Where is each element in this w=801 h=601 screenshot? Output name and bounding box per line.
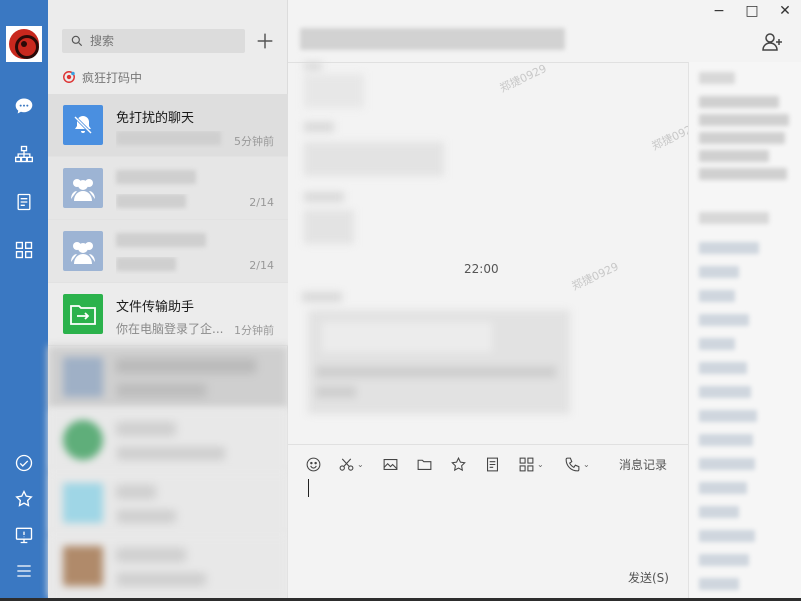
status-indicator[interactable]: 疯狂打码中 — [62, 68, 142, 86]
chat-preview — [116, 131, 226, 148]
chat-time: 5分钟前 — [234, 135, 274, 148]
scissors-icon — [339, 457, 354, 471]
add-chat-button[interactable] — [254, 30, 276, 52]
send-button[interactable]: 发送(S) — [628, 569, 669, 586]
document-icon[interactable] — [12, 190, 36, 214]
user-avatar[interactable] — [6, 26, 42, 62]
chat-item-muted[interactable]: 免打扰的聊天 5分钟前 — [48, 94, 288, 157]
message-history-link[interactable]: 消息记录 — [619, 456, 667, 473]
message-history — [298, 62, 678, 262]
message-bubble — [302, 286, 572, 420]
folder-icon — [417, 459, 432, 470]
folder-icon — [63, 294, 103, 334]
note-icon — [487, 457, 498, 471]
chat-item-group[interactable]: 2/14 — [48, 220, 288, 283]
star-icon — [451, 456, 466, 471]
chat-item-blurred[interactable] — [48, 409, 288, 472]
favorite-button[interactable] — [450, 454, 467, 474]
file-button[interactable] — [416, 454, 433, 474]
search-icon — [71, 35, 83, 47]
close-button[interactable]: ✕ — [772, 2, 798, 20]
screenshot-button[interactable]: ⌄ — [338, 454, 364, 474]
maximize-button[interactable]: □ — [739, 2, 765, 20]
call-button[interactable]: ⌄ — [564, 454, 590, 474]
chat-item-group[interactable]: 2/14 — [48, 157, 288, 220]
add-member-button[interactable] — [760, 30, 784, 54]
chat-time: 2/14 — [249, 196, 274, 209]
member-side-panel — [688, 62, 801, 598]
search-box[interactable] — [62, 29, 245, 53]
chat-title — [300, 28, 570, 54]
chat-list-panel: 疯狂打码中 免打扰的聊天 5分钟前 2/14 2/14 文件传输助手 你在电脑登… — [48, 0, 288, 601]
image-button[interactable] — [382, 454, 399, 474]
chat-name — [116, 170, 196, 188]
chevron-down-icon[interactable]: ⌄ — [537, 460, 544, 469]
smiley-icon — [306, 457, 321, 471]
chat-name — [116, 233, 206, 251]
message-input[interactable] — [288, 474, 688, 564]
check-circle-icon[interactable] — [12, 451, 36, 475]
chat-item-file-transfer[interactable]: 文件传输助手 你在电脑登录了企... 1分钟前 — [48, 283, 288, 346]
chat-window: − □ ✕ 22:00 郑捷0929 郑捷0929 郑捷0929 ⌄ ⌄ ⌄ 消… — [288, 0, 801, 601]
chevron-down-icon[interactable]: ⌄ — [583, 460, 590, 469]
apps-grid-icon[interactable] — [12, 238, 36, 262]
add-person-icon — [762, 33, 782, 51]
chat-preview — [116, 194, 226, 211]
time-divider: 22:00 — [464, 262, 499, 276]
chat-item-blurred[interactable] — [48, 535, 288, 598]
apps-button[interactable]: ⌄ — [518, 454, 544, 474]
org-chart-icon[interactable] — [12, 142, 36, 166]
menu-icon[interactable] — [12, 559, 36, 583]
status-text: 疯狂打码中 — [82, 70, 143, 85]
search-input[interactable] — [90, 34, 240, 48]
image-icon — [383, 458, 398, 470]
phone-icon — [565, 457, 580, 471]
watermark: 郑捷0929 — [569, 259, 621, 293]
emoji-button[interactable] — [305, 454, 322, 474]
group-avatar-icon — [63, 168, 103, 208]
chat-preview — [116, 257, 226, 274]
star-icon[interactable] — [12, 487, 36, 511]
plus-icon — [257, 33, 273, 49]
chat-time: 2/14 — [249, 259, 274, 272]
chat-preview: 你在电脑登录了企... — [116, 322, 224, 336]
chat-item-blurred[interactable] — [48, 472, 288, 535]
chat-name: 免打扰的聊天 — [116, 111, 195, 126]
bell-off-icon — [63, 105, 103, 145]
chevron-down-icon[interactable]: ⌄ — [357, 460, 364, 469]
minimize-button[interactable]: − — [706, 2, 732, 20]
note-button[interactable] — [484, 454, 501, 474]
feedback-icon[interactable] — [12, 523, 36, 547]
chat-name: 文件传输助手 — [116, 300, 195, 315]
apps-grid-icon — [519, 457, 534, 471]
chat-time: 1分钟前 — [234, 324, 274, 337]
chat-bubble-icon[interactable] — [12, 94, 36, 118]
text-cursor — [308, 479, 309, 497]
chat-item-blurred[interactable] — [48, 346, 288, 409]
target-icon — [63, 71, 75, 83]
group-avatar-icon — [63, 231, 103, 271]
nav-rail — [0, 0, 48, 601]
